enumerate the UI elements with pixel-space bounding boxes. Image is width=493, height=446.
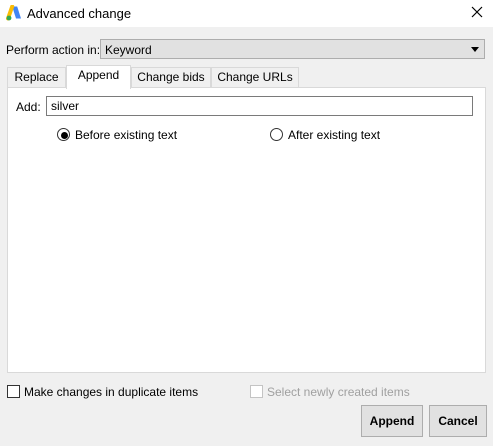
select-newly-created-checkbox: Select newly created items	[250, 385, 410, 399]
window-title: Advanced change	[27, 6, 132, 21]
select-newly-created-label: Select newly created items	[267, 385, 410, 399]
radio-after-label: After existing text	[288, 128, 381, 142]
duplicate-items-label: Make changes in duplicate items	[24, 385, 199, 399]
radio-before-label: Before existing text	[75, 128, 178, 142]
radio-before-existing-text[interactable]: Before existing text	[57, 128, 187, 142]
tab-change-bids[interactable]: Change bids	[131, 67, 211, 87]
close-icon[interactable]	[469, 4, 485, 20]
checkbox-box	[250, 385, 263, 398]
radio-button[interactable]	[57, 128, 70, 141]
duplicate-items-checkbox[interactable]: Make changes in duplicate items	[7, 385, 198, 399]
title-bar: Advanced change	[0, 0, 493, 27]
add-label: Add:	[16, 100, 41, 114]
tab-replace[interactable]: Replace	[7, 67, 66, 87]
radio-selected-dot	[61, 132, 68, 139]
add-text-input[interactable]	[46, 96, 473, 116]
perform-action-label: Perform action in:	[6, 43, 101, 57]
cancel-button[interactable]: Cancel	[429, 405, 487, 437]
perform-action-value: Keyword	[105, 43, 152, 57]
perform-action-select[interactable]: Keyword	[100, 39, 485, 59]
tab-change-urls[interactable]: Change URLs	[211, 67, 299, 87]
append-button[interactable]: Append	[361, 405, 423, 437]
radio-button[interactable]	[270, 128, 283, 141]
chevron-down-icon	[471, 47, 479, 52]
checkbox-box[interactable]	[7, 385, 20, 398]
tab-append[interactable]: Append	[66, 65, 131, 89]
google-ads-logo-icon	[6, 5, 21, 21]
radio-after-existing-text[interactable]: After existing text	[270, 128, 390, 142]
